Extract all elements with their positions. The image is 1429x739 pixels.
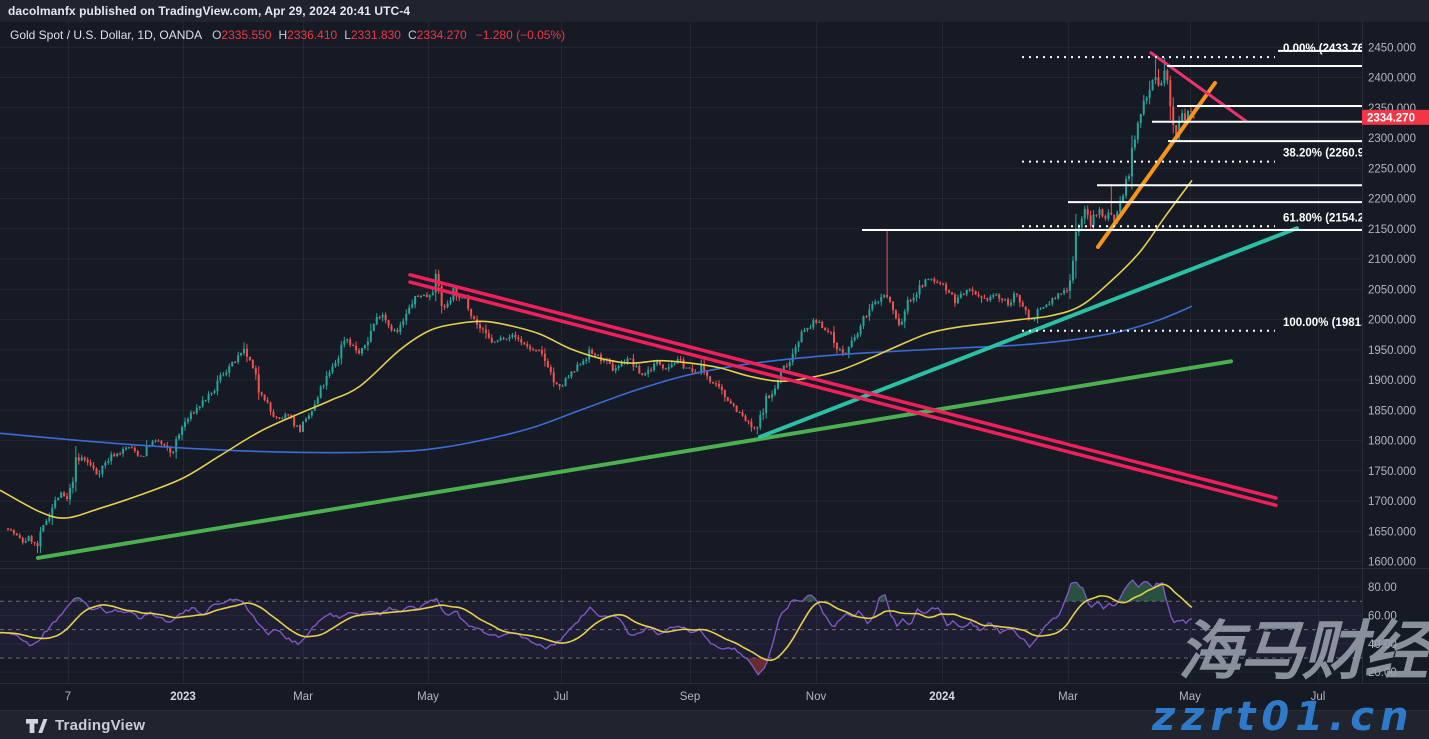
price-tick-label: 2050.000 [1368,284,1416,296]
price-tick-label: 1850.000 [1368,405,1416,417]
time-tick-label: Jul [554,691,569,703]
time-tick-label: 2024 [929,691,955,703]
price-tick-label: 1950.000 [1368,345,1416,357]
price-tick-label: 2100.000 [1368,254,1416,266]
price-tick-label: 2300.000 [1368,133,1416,145]
price-tick-label: 2200.000 [1368,194,1416,206]
time-tick-label: Mar [293,691,313,703]
price-tick-label: 1800.000 [1368,436,1416,448]
last-price-badge: 2334.270 [1362,110,1429,125]
low-readout: L2331.830 [344,28,401,42]
open-readout: O2335.550 [212,28,271,42]
tradingview-logo-icon[interactable] [25,718,48,734]
time-tick-label: Mar [1058,691,1078,703]
price-tick-label: 2250.000 [1368,163,1416,175]
rsi-tick-label: 80.00 [1368,582,1397,594]
tradingview-published-chart: dacolmanfx published on TradingView.com,… [0,0,1429,739]
time-tick-label: Nov [806,691,827,703]
price-tick-label: 2400.000 [1368,73,1416,85]
change-readout: −1.280 (−0.05%) [476,28,565,42]
watermark-cn-text: 海马财经 [1178,618,1428,686]
symbol-legend[interactable]: Gold Spot / U.S. Dollar, 1D, OANDA O2335… [10,27,565,42]
last-price-badge-text: 2334.270 [1367,112,1415,124]
close-readout: C2334.270 [408,28,467,42]
price-tick-label: 1900.000 [1368,375,1416,387]
price-tick-label: 1700.000 [1368,496,1416,508]
price-tick-label: 1600.000 [1368,557,1416,569]
high-readout: H2336.410 [278,28,337,42]
fib-level-label: 0.00% (2433.765) [1283,43,1375,55]
time-tick-label: 2023 [170,691,196,703]
chart-area[interactable]: 0.00% (2433.765)38.20% (2260.968)61.80% … [0,0,1429,739]
time-tick-label: 7 [65,691,71,703]
tradingview-brand-text[interactable]: TradingView [55,717,145,734]
symbol-title[interactable]: Gold Spot / U.S. Dollar, 1D, OANDA [10,28,202,42]
price-tick-label: 2150.000 [1368,224,1416,236]
price-tick-label: 2450.000 [1368,42,1416,54]
time-tick-label: Sep [680,691,700,703]
watermark-url-text: zzrt01.cn [1152,694,1414,739]
price-tick-label: 2000.000 [1368,315,1416,327]
price-tick-label: 1750.000 [1368,466,1416,478]
price-tick-label: 1650.000 [1368,526,1416,538]
time-tick-label: May [417,691,439,703]
